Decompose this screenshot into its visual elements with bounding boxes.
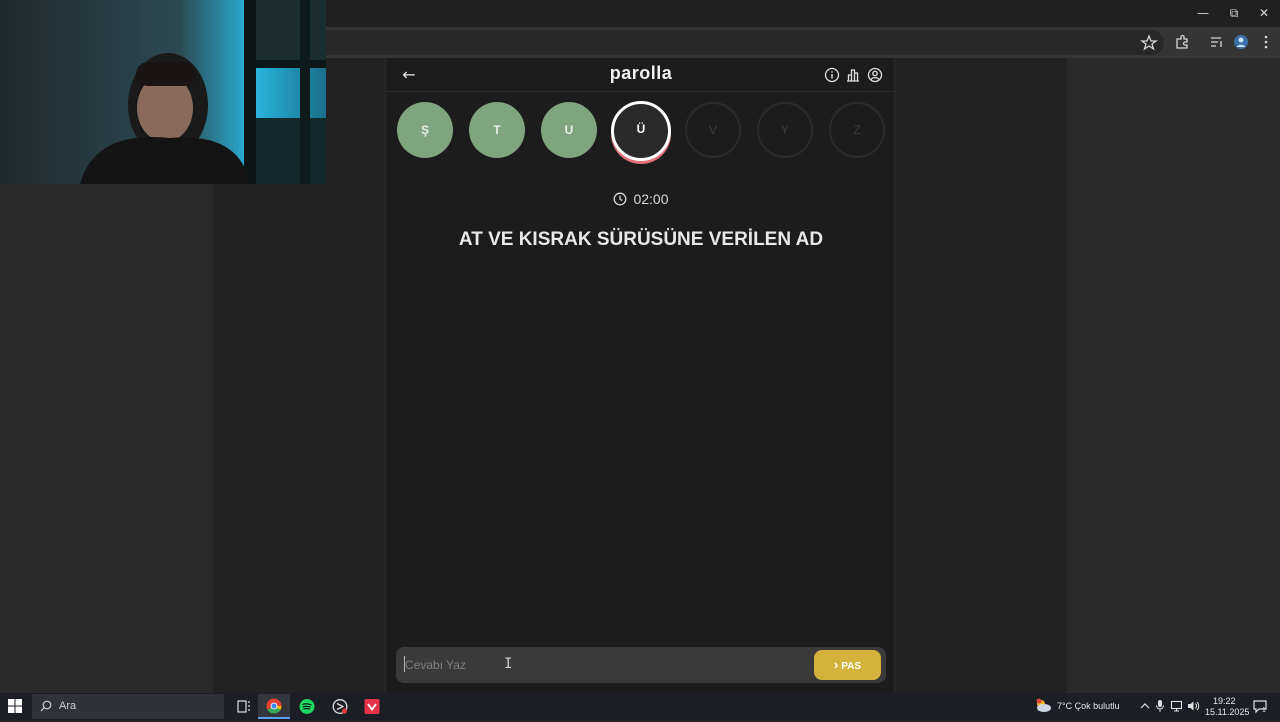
letter-bubble: Y <box>757 102 813 158</box>
letter-bubble: Z <box>829 102 885 158</box>
spotify-icon[interactable] <box>291 694 323 719</box>
vivaldi-app-icon[interactable] <box>356 694 388 719</box>
close-window-button[interactable]: ✕ <box>1249 4 1279 22</box>
info-icon[interactable] <box>824 67 840 83</box>
taskbar: Ara 7°C Çok bulutlu 19:22 15.11.2025 1 <box>0 693 1280 720</box>
search-icon <box>40 700 52 712</box>
extensions-icon[interactable] <box>1172 33 1192 51</box>
weather-icon[interactable] <box>1034 698 1052 714</box>
stats-icon[interactable] <box>845 67 861 83</box>
answer-input[interactable] <box>405 655 805 675</box>
right-margin <box>1067 58 1280 693</box>
media-icon[interactable] <box>1207 33 1227 51</box>
chrome-taskbar-button[interactable] <box>258 694 290 719</box>
letter-bubble: T <box>469 102 525 158</box>
chrome-icon <box>266 698 282 714</box>
letter-bubble: U <box>541 102 597 158</box>
pass-button[interactable]: › PAS <box>814 650 881 680</box>
star-icon[interactable] <box>1139 33 1159 51</box>
letter-bubble: Ş <box>397 102 453 158</box>
account-icon[interactable] <box>867 67 883 83</box>
taskbar-search[interactable]: Ara <box>32 694 224 719</box>
clock-icon <box>614 192 627 206</box>
search-label: Ara <box>59 700 77 712</box>
notification-count: 1 <box>1262 707 1266 714</box>
text-cursor-icon: I <box>504 656 513 672</box>
pass-button-label: PAS <box>841 661 862 672</box>
question-text: AT VE KISRAK SÜRÜSÜNE VERİLEN AD <box>458 229 824 250</box>
clock-date[interactable]: 15.11.2025 <box>1205 707 1249 717</box>
timer-value: 02:00 <box>633 191 669 207</box>
letter-track: Ş T U Ü V Y Z <box>397 101 887 162</box>
webcam-overlay <box>0 0 326 184</box>
game-header: ← parolla <box>386 58 896 92</box>
weather-label: 7°C Çok bulutlu <box>1057 701 1120 711</box>
left-margin <box>0 184 213 693</box>
recording-app-icon[interactable] <box>324 694 356 719</box>
letter-bubble: V <box>685 102 741 158</box>
volume-icon[interactable] <box>1186 699 1200 713</box>
task-view-icon[interactable] <box>228 694 260 719</box>
chevron-right-icon: › <box>833 657 839 672</box>
network-icon[interactable] <box>1170 699 1184 713</box>
text-caret <box>404 656 405 672</box>
answer-bar: I ›PAS <box>396 647 886 683</box>
timer: 02:00 <box>386 191 896 207</box>
webcam-feed <box>0 0 326 184</box>
game-title: parolla <box>609 63 673 83</box>
letter-bubble-current: Ü <box>611 101 671 161</box>
menu-icon[interactable] <box>1256 33 1276 51</box>
profile-icon[interactable] <box>1231 33 1251 51</box>
clock-time[interactable]: 19:22 <box>1213 696 1236 706</box>
address-bar[interactable] <box>326 30 1164 55</box>
windows-start-icon[interactable] <box>8 699 22 713</box>
chevron-up-icon[interactable] <box>1139 700 1151 712</box>
game-panel: ← parolla Ş T U Ü V Y Z 02:00 AT VE KISR… <box>385 58 896 693</box>
restore-button[interactable]: ⧉ <box>1219 4 1249 22</box>
minimize-button[interactable]: — <box>1188 4 1218 22</box>
microphone-icon[interactable] <box>1155 699 1165 713</box>
